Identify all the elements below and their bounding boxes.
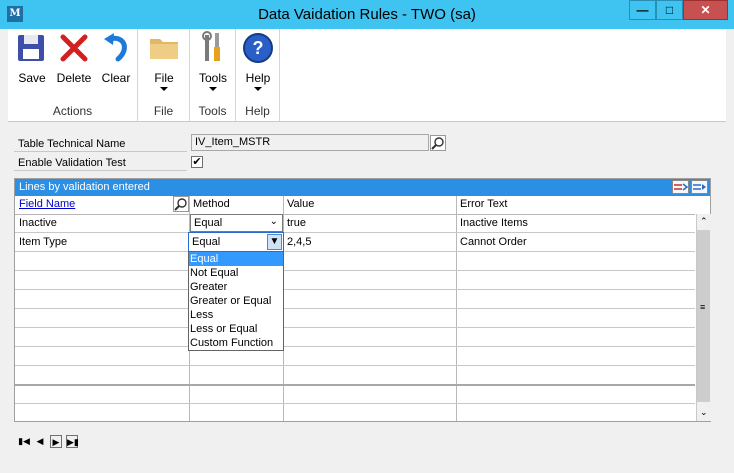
grip-icon: ≡: [700, 302, 706, 312]
delete-label: Delete: [56, 71, 92, 85]
clear-label: Clear: [101, 71, 131, 85]
enable-validation-checkbox[interactable]: ✔: [191, 156, 203, 168]
scroll-up-icon[interactable]: ⌃: [700, 216, 708, 227]
cell-error-text[interactable]: Inactive Items: [457, 214, 528, 232]
maximize-button[interactable]: □: [656, 0, 683, 20]
ribbon-group-label-actions: Actions: [52, 104, 93, 118]
collapse-lines-icon: [674, 183, 689, 191]
field-lookup-button[interactable]: [173, 196, 189, 212]
cell-field-name[interactable]: Inactive: [16, 214, 57, 232]
scroll-thumb[interactable]: [697, 230, 710, 402]
table-technical-name-label: Table Technical Name: [18, 138, 126, 150]
delete-icon: [60, 34, 88, 62]
table-lookup-button[interactable]: [430, 135, 446, 151]
tools-label: Tools: [198, 71, 227, 85]
file-chevron-down-icon: [160, 87, 168, 91]
last-record-button[interactable]: ▶▮: [66, 435, 79, 448]
delete-button[interactable]: Delete: [55, 31, 93, 85]
save-icon: [18, 35, 44, 61]
row-divider: [15, 365, 695, 366]
expand-lines-icon: [693, 184, 706, 190]
row-divider: [15, 346, 695, 347]
svg-text:?: ?: [253, 38, 264, 58]
help-label: Help: [245, 71, 271, 85]
dropdown-option[interactable]: Less or Equal: [189, 322, 283, 336]
tools-icon: [202, 31, 220, 61]
ribbon-group-file: File File: [138, 29, 190, 121]
help-icon: ?: [243, 33, 273, 63]
row-divider: [15, 270, 695, 271]
row-divider: [15, 308, 695, 309]
dropdown-option[interactable]: Custom Function: [189, 336, 283, 350]
cell-error-text[interactable]: Cannot Order: [457, 233, 527, 251]
row-divider: [15, 403, 695, 404]
close-button[interactable]: ✕: [683, 0, 728, 20]
column-header-method: Method: [193, 198, 230, 210]
dropdown-option[interactable]: Greater: [189, 280, 283, 294]
clear-button[interactable]: Clear: [98, 31, 134, 85]
scroll-down-icon[interactable]: ⌄: [700, 407, 708, 418]
first-record-button[interactable]: ▮◀: [18, 435, 30, 448]
method-combo[interactable]: Equal ⌄: [190, 214, 283, 232]
file-button[interactable]: File: [146, 31, 182, 91]
grid-column-headers: Field Name Method Value Error Text: [15, 196, 695, 215]
column-header-field-name[interactable]: Field Name: [19, 198, 75, 210]
method-value: Equal: [192, 236, 221, 248]
ribbon: Save Delete Clear Actions File File Tool…: [8, 29, 726, 122]
window-title: Data Vaidation Rules - TWO (sa): [258, 6, 476, 23]
expand-rows-button[interactable]: [691, 180, 708, 194]
ribbon-group-help: ? Help Help: [236, 29, 280, 121]
tools-chevron-down-icon: [209, 87, 217, 91]
file-label: File: [154, 71, 174, 85]
magnifier-icon: [174, 198, 187, 211]
divider: [14, 151, 187, 152]
collapse-rows-button[interactable]: [672, 180, 689, 194]
validation-grid: Lines by validation entered Field Name M…: [14, 178, 711, 422]
minimize-button[interactable]: —: [629, 0, 656, 20]
cell-value[interactable]: true: [284, 214, 306, 232]
ribbon-group-tools: Tools Tools: [190, 29, 236, 121]
column-header-error-text: Error Text: [460, 198, 508, 210]
previous-record-button[interactable]: ◀: [34, 435, 46, 448]
enable-validation-label: Enable Validation Test: [18, 157, 126, 169]
folder-icon: [150, 39, 178, 59]
grid-title-bar: Lines by validation entered: [15, 179, 710, 196]
dropdown-option[interactable]: Greater or Equal: [189, 294, 283, 308]
tools-button[interactable]: Tools: [195, 31, 231, 91]
ribbon-group-label-help: Help: [245, 104, 270, 118]
save-label: Save: [18, 71, 46, 85]
ribbon-group-actions: Save Delete Clear Actions: [8, 29, 138, 121]
save-button[interactable]: Save: [14, 31, 50, 85]
ribbon-group-label-tools: Tools: [198, 104, 227, 118]
row-divider: [15, 232, 695, 233]
row-divider: [15, 289, 695, 290]
row-divider: [15, 384, 695, 386]
cell-field-name[interactable]: Item Type: [16, 233, 67, 251]
chevron-down-icon: ⌄: [269, 216, 278, 227]
method-dropdown-list: Equal Not Equal Greater Greater or Equal…: [188, 251, 284, 351]
table-technical-name-field[interactable]: IV_Item_MSTR: [191, 134, 429, 151]
row-divider: [15, 327, 695, 328]
divider: [14, 170, 187, 171]
magnifier-icon: [431, 137, 444, 150]
method-combo-active[interactable]: Equal ▼: [188, 232, 284, 252]
method-value: Equal: [194, 217, 223, 229]
dropdown-option[interactable]: Equal: [189, 252, 283, 266]
grid-scrollbar[interactable]: ⌃ ≡ ⌄: [696, 214, 711, 421]
cell-value[interactable]: 2,4,5: [284, 233, 311, 251]
clear-icon: [104, 33, 127, 62]
dropdown-option[interactable]: Less: [189, 308, 283, 322]
help-button[interactable]: ? Help: [240, 31, 276, 91]
title-bar: M Data Vaidation Rules - TWO (sa) — □ ✕: [0, 0, 734, 29]
next-record-button[interactable]: ▶: [50, 435, 62, 448]
column-header-value: Value: [287, 198, 315, 210]
row-divider: [15, 251, 695, 252]
grid-title: Lines by validation entered: [19, 181, 150, 193]
help-chevron-down-icon: [254, 87, 262, 91]
ribbon-group-label-file: File: [153, 104, 174, 118]
dropdown-option[interactable]: Not Equal: [189, 266, 283, 280]
chevron-down-icon[interactable]: ▼: [267, 234, 282, 250]
